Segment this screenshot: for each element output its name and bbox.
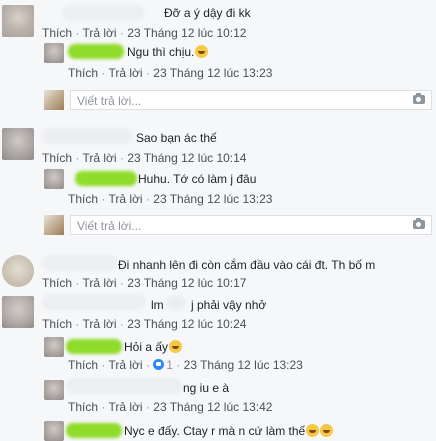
reply-actions: Thích · Trả lời · 23 Tháng 12 lúc 13:42 [68,400,273,414]
like-link[interactable]: Thích [42,151,72,165]
reply-actions: Thích · Trả lời · 23 Tháng 12 lúc 13:23 [68,66,273,80]
like-link[interactable]: Thích [68,358,98,372]
comment-text: Đi nhanh lên đi còn cắm đầu vào cái đt. … [118,258,376,272]
timestamp-link[interactable]: 23 Tháng 12 lúc 13:42 [153,400,272,414]
like-link[interactable]: Thích [42,26,72,40]
reply-input-placeholder: Viết trả lời... [77,219,142,233]
reply-link[interactable]: Trả lời [108,400,142,414]
redacted-name [75,171,137,186]
avatar[interactable] [44,421,64,441]
reply-text: Nyc e đấy. Ctay r mà n cứ làm thế [124,424,334,438]
redacted-name [66,378,182,394]
reply-link[interactable]: Trả lời [108,192,142,206]
like-count-icon [153,359,165,370]
reply-text: Huhu. Tớ có làm j đâu [138,172,257,186]
timestamp-link[interactable]: 23 Tháng 12 lúc 13:23 [153,66,272,80]
current-user-avatar [44,215,64,235]
redacted-word [166,295,186,311]
current-user-avatar [44,90,64,110]
reply-text: Ngu thì chịu. [127,45,209,59]
redacted-name [42,294,146,310]
redacted-name [42,255,118,271]
redacted-name [62,5,144,21]
comment-actions: Thích · Trả lời · 23 Tháng 12 lúc 10:24 [42,317,247,331]
like-link[interactable]: Thích [68,192,98,206]
reply-input[interactable]: Viết trả lời... [70,215,432,235]
redacted-name [66,423,122,438]
timestamp-link[interactable]: 23 Tháng 12 lúc 10:14 [127,151,246,165]
reply-text: ng iu e à [183,381,230,395]
laughing-emoji-icon [306,424,320,437]
comment-text-part-2: j phải vậy nhở [191,298,267,312]
avatar[interactable] [44,43,64,63]
reply-text: Hỏi a ấy [124,340,183,354]
avatar[interactable] [2,128,34,160]
timestamp-link[interactable]: 23 Tháng 12 lúc 10:17 [127,276,246,290]
laughing-emoji-icon [169,340,183,353]
avatar[interactable] [2,5,34,37]
comment-text-part-1: lm [151,298,164,312]
redacted-name [68,44,124,59]
timestamp-link[interactable]: 23 Tháng 12 lúc 13:23 [184,358,303,372]
like-count[interactable]: 1 [166,358,173,372]
timestamp-link[interactable]: 23 Tháng 12 lúc 10:12 [127,26,246,40]
avatar[interactable] [44,337,64,357]
timestamp-link[interactable]: 23 Tháng 12 lúc 10:24 [127,317,246,331]
comment-actions: Thích · Trả lời · 23 Tháng 12 lúc 10:12 [42,26,247,40]
reply-actions: Thích · Trả lời · 1 · 23 Tháng 12 lúc 13… [68,358,303,372]
avatar[interactable] [44,169,64,189]
reply-link[interactable]: Trả lời [82,26,116,40]
avatar[interactable] [2,255,34,287]
laughing-emoji-icon [320,424,334,437]
comment-text: Đỡ a ý dậy đi kk [164,6,251,20]
like-link[interactable]: Thích [68,400,98,414]
reply-link[interactable]: Trả lời [108,66,142,80]
comment-actions: Thích · Trả lời · 23 Tháng 12 lúc 10:14 [42,151,247,165]
timestamp-link[interactable]: 23 Tháng 12 lúc 13:23 [153,192,272,206]
reply-input-placeholder: Viết trả lời... [77,94,142,108]
avatar[interactable] [44,380,64,400]
like-link[interactable]: Thích [42,317,72,331]
reply-input[interactable]: Viết trả lời... [70,90,432,110]
reply-link[interactable]: Trả lời [108,358,142,372]
comment-text: Sao bạn ác thế [136,131,217,145]
redacted-name [66,339,122,354]
comment-actions: Thích · Trả lời · 23 Tháng 12 lúc 10:17 [42,276,247,290]
redacted-name [42,128,132,144]
laughing-emoji-icon [195,45,209,58]
avatar[interactable] [2,296,34,328]
reply-actions: Thích · Trả lời · 23 Tháng 12 lúc 13:23 [68,192,273,206]
reply-link[interactable]: Trả lời [82,317,116,331]
reply-link[interactable]: Trả lời [82,151,116,165]
like-link[interactable]: Thích [68,66,98,80]
camera-icon[interactable] [413,93,425,104]
like-link[interactable]: Thích [42,276,72,290]
reply-link[interactable]: Trả lời [82,276,116,290]
camera-icon[interactable] [413,218,425,229]
